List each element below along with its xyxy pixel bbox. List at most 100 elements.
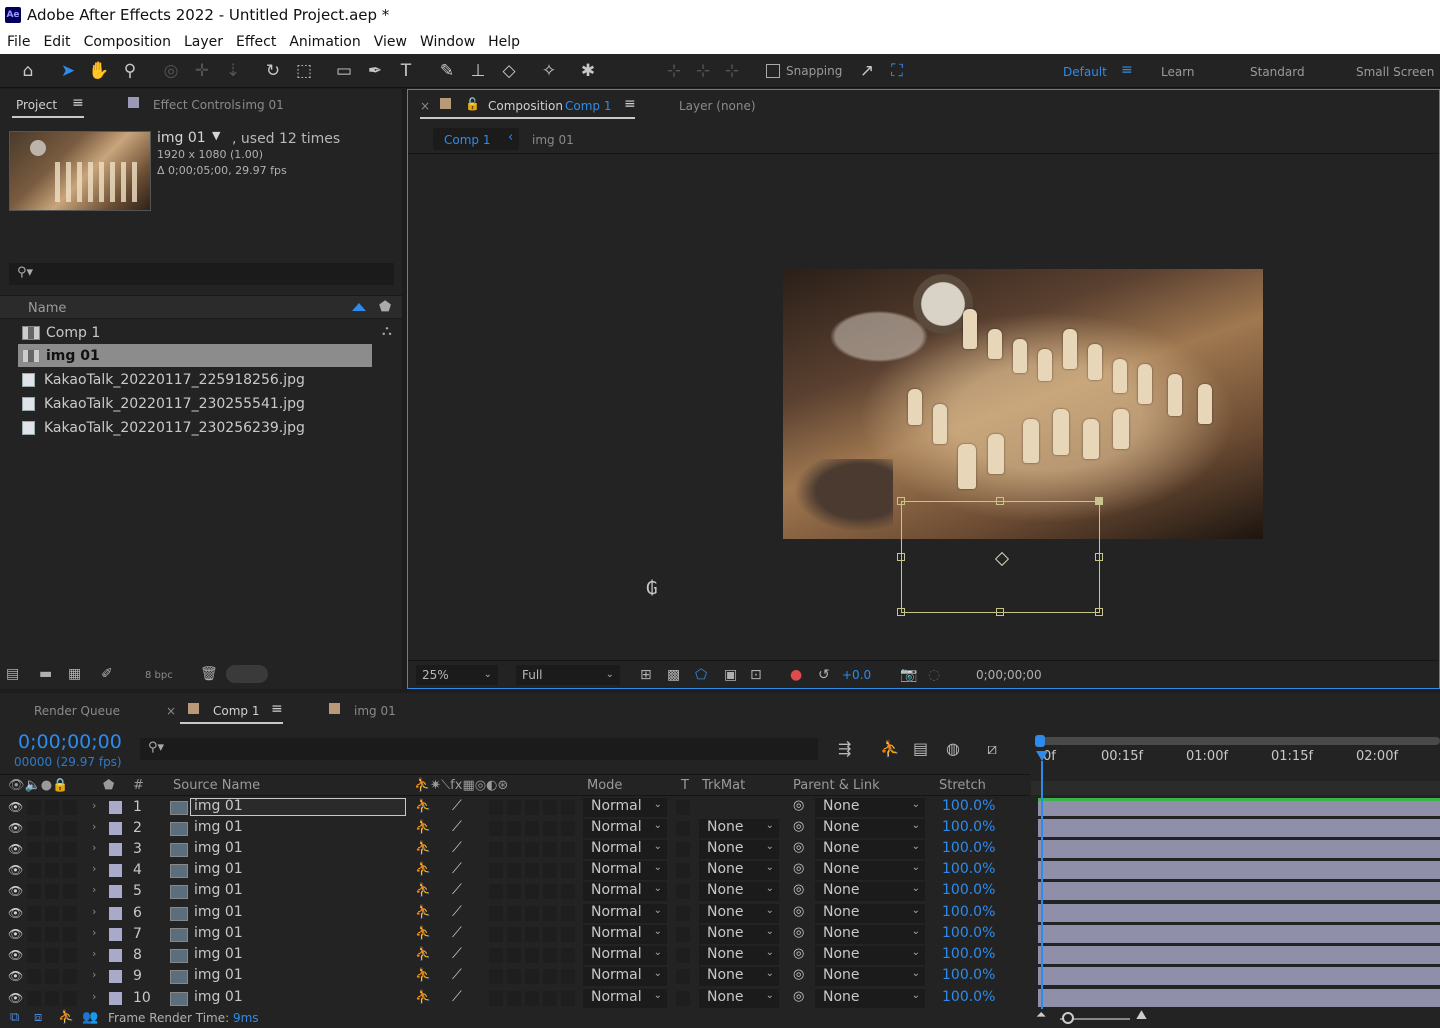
quality-switch-icon[interactable]: ⟋ — [452, 840, 462, 856]
layer-source-name[interactable]: img 01 — [194, 946, 243, 962]
shy-switch-icon[interactable]: ⛹ — [415, 820, 431, 835]
visibility-eye-icon[interactable]: 👁 — [8, 948, 23, 962]
quality-switch-icon[interactable]: ⟋ — [452, 967, 462, 983]
lock-toggle[interactable] — [63, 863, 77, 878]
visibility-eye-icon[interactable]: 👁 — [8, 863, 23, 877]
effect-switch[interactable] — [489, 969, 503, 984]
graph-editor-icon[interactable]: ⧄ — [987, 739, 997, 759]
adjust-icon[interactable]: ✐ — [101, 666, 113, 682]
solo-toggle[interactable] — [45, 884, 59, 899]
stretch-value[interactable]: 100.0% — [942, 819, 995, 835]
local-axis-icon[interactable]: ⊹ — [663, 60, 685, 82]
blend-mode-dropdown[interactable]: Normal ⌄ — [583, 840, 667, 859]
selection-tool-icon[interactable]: ➤ — [57, 60, 79, 82]
layer-source-name[interactable]: img 01 — [194, 904, 243, 920]
dolly-camera-icon[interactable]: ⇣ — [222, 60, 244, 82]
eraser-tool-icon[interactable]: ◇ — [498, 60, 520, 82]
transform-handle[interactable] — [897, 497, 905, 505]
effect-switch[interactable] — [489, 906, 503, 921]
in-out-icon[interactable]: ⛹ — [58, 1010, 74, 1025]
frame-blending-icon[interactable]: ▤ — [913, 739, 928, 758]
new-folder-icon[interactable]: ▬ — [39, 666, 52, 682]
mask-visibility-icon[interactable]: ⬠ — [695, 667, 707, 683]
zoom-out-icon[interactable]: ⏶ — [1036, 1008, 1046, 1023]
quality-switch-icon[interactable]: ⟋ — [452, 819, 462, 835]
layer-label-color[interactable] — [109, 992, 122, 1005]
label-tag-icon[interactable]: ⬟ — [379, 299, 391, 315]
quality-switch-icon[interactable]: ⟋ — [452, 882, 462, 898]
layer-source-name[interactable]: img 01 — [194, 840, 243, 856]
quality-switch-icon[interactable]: ⟋ — [452, 989, 462, 1005]
layer-label-color[interactable] — [109, 907, 122, 920]
track-matte-dropdown[interactable]: None ⌄ — [699, 861, 779, 880]
snap-bounds-icon[interactable]: ⛶ — [886, 60, 908, 82]
adjustment-switch[interactable] — [543, 842, 557, 857]
layer-row[interactable]: 👁 › 10 img 01 ⛹ ⟋ Normal ⌄ None ⌄ ◎ None ⌄ 100.0% — [0, 988, 1030, 1009]
lock-toggle[interactable] — [63, 821, 77, 836]
visibility-eye-icon[interactable]: 👁 — [8, 884, 23, 898]
stretch-value[interactable]: 100.0% — [942, 925, 995, 941]
blend-mode-dropdown[interactable]: Normal ⌄ — [583, 967, 667, 986]
adjustment-switch[interactable] — [543, 863, 557, 878]
pick-whip-icon[interactable]: ◎ — [793, 861, 804, 876]
track-matte-dropdown[interactable]: None ⌄ — [699, 946, 779, 965]
menu-effect[interactable]: Effect — [236, 34, 276, 50]
pan-behind-tool-icon[interactable]: ⬚ — [293, 60, 315, 82]
effect-switch[interactable] — [489, 863, 503, 878]
orbit-camera-icon[interactable]: ◎ — [160, 60, 182, 82]
quality-switch-icon[interactable]: ⟋ — [452, 798, 462, 814]
fast-previews-icon[interactable]: ⊞ — [640, 667, 652, 683]
layer-label-color[interactable] — [109, 970, 122, 983]
layer-source-name[interactable]: img 01 — [194, 967, 243, 983]
shy-switch-icon[interactable]: ⛹ — [415, 799, 431, 814]
twirl-chevron-icon[interactable]: › — [92, 841, 96, 854]
layer-label-color[interactable] — [109, 801, 122, 814]
menu-window[interactable]: Window — [420, 34, 475, 50]
layer-duration-bar[interactable] — [1038, 989, 1440, 1007]
3d-layer-switch[interactable] — [561, 948, 575, 963]
flowchart-icon[interactable]: ⛬ — [382, 323, 392, 339]
current-time-indicator[interactable] — [1036, 751, 1048, 761]
bit-depth-toggle[interactable]: 8 bpc — [145, 670, 173, 681]
tab-render-queue[interactable]: Render Queue — [34, 704, 120, 718]
motion-blur-switch[interactable] — [525, 906, 539, 921]
audio-toggle[interactable] — [27, 927, 41, 942]
menu-help[interactable]: Help — [488, 34, 520, 50]
parent-dropdown[interactable]: None ⌄ — [815, 840, 925, 859]
layer-row[interactable]: 👁 › 2 img 01 ⛹ ⟋ Normal ⌄ None ⌄ ◎ None ⌄ 100.0% — [0, 818, 1030, 839]
blend-mode-dropdown[interactable]: Normal ⌄ — [583, 989, 667, 1008]
preserve-transparency-toggle[interactable] — [676, 863, 690, 878]
shy-switch-icon[interactable]: ⛹ — [415, 841, 431, 856]
twirl-chevron-icon[interactable]: › — [92, 990, 96, 1003]
rectangle-tool-icon[interactable]: ▭ — [333, 60, 355, 82]
frame-blend-switch[interactable] — [507, 800, 521, 815]
layer-label-color[interactable] — [109, 928, 122, 941]
project-panel-menu-icon[interactable]: ≡ — [72, 95, 84, 111]
breadcrumb-img01[interactable]: img 01 — [532, 133, 574, 147]
menu-animation[interactable]: Animation — [289, 34, 360, 50]
stretch-value[interactable]: 100.0% — [942, 798, 995, 814]
motion-blur-switch[interactable] — [525, 863, 539, 878]
blend-mode-dropdown[interactable]: Normal ⌄ — [583, 925, 667, 944]
audio-toggle[interactable] — [27, 863, 41, 878]
tab-layer[interactable]: Layer (none) — [679, 99, 756, 113]
tab-comp1[interactable]: Comp 1 — [213, 704, 259, 718]
shy-switch-icon[interactable]: ⛹ — [415, 990, 431, 1005]
footer-scroll-pill[interactable] — [226, 665, 268, 683]
effect-switch[interactable] — [489, 884, 503, 899]
layer-source-name[interactable]: img 01 — [194, 861, 243, 877]
solo-toggle[interactable] — [45, 906, 59, 921]
layer-label-color[interactable] — [109, 885, 122, 898]
solo-toggle[interactable] — [45, 991, 59, 1006]
frame-blend-switch[interactable] — [507, 821, 521, 836]
pen-tool-icon[interactable]: ✒ — [364, 60, 386, 82]
motion-blur-switch[interactable] — [525, 969, 539, 984]
layer-label-color[interactable] — [109, 949, 122, 962]
stretch-value[interactable]: 100.0% — [942, 989, 995, 1005]
timeline-panel-menu-icon[interactable]: ≡ — [271, 701, 283, 717]
menu-file[interactable]: File — [7, 34, 30, 50]
zoom-slider-handle[interactable] — [1062, 1012, 1074, 1024]
puppet-pin-icon[interactable]: ✱ — [577, 60, 599, 82]
effect-switch[interactable] — [489, 800, 503, 815]
breadcrumb-comp1[interactable]: Comp 1 — [444, 133, 490, 147]
